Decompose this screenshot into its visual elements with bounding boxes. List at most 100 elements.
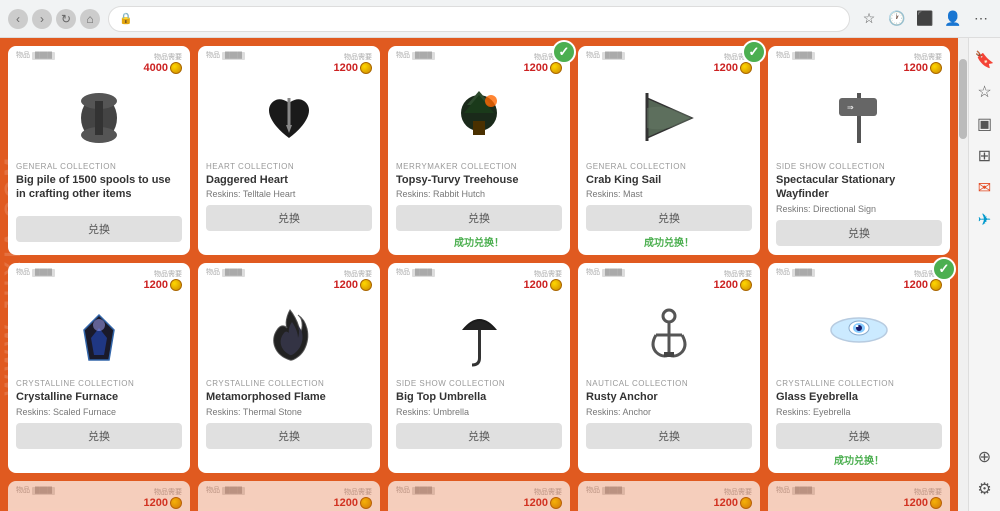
sidebar-add-icon[interactable]: ⊕ — [971, 443, 999, 471]
card-image — [198, 78, 380, 158]
card-body: SIDE SHOW COLLECTIONBig Top UmbrellaResk… — [388, 375, 570, 454]
card-crystalline-furnace: 物品 ████物品需要1200CRYSTALLINE COLLECTIONCry… — [8, 263, 190, 472]
redeem-button[interactable]: 兑换 — [396, 205, 562, 231]
card-mini-art: 物品 ████ — [396, 269, 435, 277]
card-image — [768, 295, 950, 375]
redeem-button[interactable]: 兑换 — [586, 205, 752, 231]
card-item-p1: 物品 ████物品需要1200 — [8, 481, 190, 511]
card-body: GENERAL COLLECTION Big pile of 1500 spool… — [8, 158, 190, 248]
card-cost: 物品需要1200 — [144, 487, 182, 509]
grid-row-2: 物品 ████物品需要1200物品 ████物品需要1200物品 ████物品需… — [8, 481, 950, 511]
card-spectacular-stationary-wayfinder: 物品 ████物品需要1200⇒SIDE SHOW COLLECTIONSpec… — [768, 46, 950, 255]
card-mini-art: 物品 ████ — [776, 487, 815, 495]
redeem-button[interactable]: 兑换 — [206, 205, 372, 231]
card-cost: 物品需要1200 — [714, 487, 752, 509]
card-collection: GENERAL COLLECTION — [16, 162, 182, 171]
card-title: Metamorphosed Flame — [206, 390, 372, 404]
sidebar-bookmark-icon[interactable]: 🔖 — [971, 46, 999, 74]
card-body: NAUTICAL COLLECTIONRusty AnchorReskins: … — [578, 375, 760, 454]
check-badge: ✓ — [552, 40, 576, 64]
browser-chrome: ‹ › ↻ ⌂ 🔒 ☆ 🕐 ⬛ 👤 ⋯ — [0, 0, 1000, 38]
card-cost: 物品需要1200 — [144, 269, 182, 291]
card-mini-art: 物品 ████ — [776, 52, 815, 60]
card-title: Big pile of 1500 spools to use in crafti… — [16, 173, 182, 202]
back-button[interactable]: ‹ — [8, 9, 28, 29]
card-collection: HEART COLLECTION — [206, 162, 372, 171]
browser-actions: ☆ 🕐 ⬛ 👤 ⋯ — [858, 8, 992, 30]
check-badge: ✓ — [742, 40, 766, 64]
lock-icon: 🔒 — [119, 12, 133, 25]
sidebar-tab-icon[interactable]: ▣ — [971, 110, 999, 138]
redeem-button[interactable]: 兑换 — [16, 216, 182, 242]
card-collection: GENERAL COLLECTION — [586, 162, 752, 171]
scrollbar-thumb[interactable] — [959, 59, 967, 139]
card-header: 物品 ████物品需要1200 — [198, 481, 380, 511]
card-image — [578, 295, 760, 375]
scrollbar[interactable] — [958, 38, 968, 511]
card-image — [578, 78, 760, 158]
card-title: Daggered Heart — [206, 173, 372, 187]
card-reskin: Reskins: Thermal Stone — [206, 407, 372, 417]
card-header: 物品 ████ 物品需要1200 — [198, 263, 380, 295]
card-header: 物品 ████物品需要1200 — [198, 46, 380, 78]
redeem-button[interactable]: 兑换 — [206, 423, 372, 449]
card-body: CRYSTALLINE COLLECTIONGlass EyebrellaRes… — [768, 375, 950, 472]
card-header: 物品 ████ 物品需要1200 — [768, 481, 950, 511]
card-header: 物品 ████物品需要1200 — [388, 481, 570, 511]
redeem-button[interactable]: 兑换 — [776, 220, 942, 246]
card-collection: MERRYMAKER COLLECTION — [396, 162, 562, 171]
card-reskin: Reskins: Eyebrella — [776, 407, 942, 417]
extensions-button[interactable]: ⬛ — [914, 8, 936, 30]
card-item-p3: 物品 ████物品需要1200 — [388, 481, 570, 511]
card-cost: 物品需要1200 — [334, 269, 372, 291]
redeem-button[interactable]: 兑换 — [776, 423, 942, 449]
card-daggered-heart: 物品 ████物品需要1200 HEART COLLECTION Daggered … — [198, 46, 380, 255]
sidebar-star-icon[interactable]: ☆ — [971, 78, 999, 106]
home-button[interactable]: ⌂ — [80, 9, 100, 29]
card-item-p4: 物品 ████物品需要1200 — [578, 481, 760, 511]
refresh-button[interactable]: ↻ — [56, 9, 76, 29]
card-image: ⇒ — [768, 78, 950, 158]
more-button[interactable]: ⋯ — [970, 8, 992, 30]
card-metamorphosed-flame: 物品 ████物品需要1200CRYSTALLINE COLLECTIONMet… — [198, 263, 380, 472]
right-sidebar: 🔖 ☆ ▣ ⊞ ✉ ✈ ⊕ ⚙ — [968, 38, 1000, 511]
sidebar-apps-icon[interactable]: ⊞ — [971, 142, 999, 170]
sidebar-mail-icon[interactable]: ✉ — [971, 174, 999, 202]
card-big-pile-spools: 物品 ████ 物品需要4000 GENERAL COLLECTION Big pil… — [8, 46, 190, 255]
card-mini-art: 物品 ████ — [16, 52, 55, 60]
sidebar-settings-icon[interactable]: ⚙ — [971, 475, 999, 503]
card-image — [198, 295, 380, 375]
rewards-grid: 物品 ████ 物品需要4000 GENERAL COLLECTION Big pil… — [0, 38, 958, 511]
card-body: SIDE SHOW COLLECTIONSpectacular Stationa… — [768, 158, 950, 252]
success-text: 成功兑换！ — [586, 234, 752, 249]
card-mini-art: 物品 ████ — [206, 269, 245, 277]
card-reskin: Reskins: Mast — [586, 189, 752, 199]
forward-button[interactable]: › — [32, 9, 52, 29]
card-title: Crystalline Furnace — [16, 390, 182, 404]
sidebar-plane-icon[interactable]: ✈ — [971, 206, 999, 234]
bookmark-star-button[interactable]: ☆ — [858, 8, 880, 30]
card-header: 物品 ████ 物品需要4000 — [8, 46, 190, 78]
profile-button[interactable]: 👤 — [942, 8, 964, 30]
card-crab-king-sail: ✓物品 ████物品需要1200GENERAL COLLECTIONCrab K… — [578, 46, 760, 255]
redeem-button[interactable]: 兑换 — [396, 423, 562, 449]
card-mini-art: 物品 ████ — [586, 269, 625, 277]
card-mini-art: 物品 ████ — [776, 269, 815, 277]
redeem-button[interactable]: 兑换 — [16, 423, 182, 449]
card-header: 物品 ████物品需要1200 — [578, 481, 760, 511]
card-cost: 物品需要1200 — [904, 487, 942, 509]
success-text: 成功兑换！ — [396, 234, 562, 249]
card-reskin: Reskins: Scaled Furnace — [16, 407, 182, 417]
card-mini-art: 物品 ████ — [206, 487, 245, 495]
history-button[interactable]: 🕐 — [886, 8, 908, 30]
grid-row-0: 物品 ████ 物品需要4000 GENERAL COLLECTION Big pil… — [8, 46, 950, 255]
address-bar[interactable]: 🔒 — [108, 6, 850, 32]
card-cost: 物品需要1200 — [334, 52, 372, 74]
success-text: 成功兑换！ — [776, 452, 942, 467]
card-collection: CRYSTALLINE COLLECTION — [776, 379, 942, 388]
card-collection: CRYSTALLINE COLLECTION — [16, 379, 182, 388]
redeem-button[interactable]: 兑换 — [586, 423, 752, 449]
card-header: 物品 ████物品需要1200 — [768, 263, 950, 295]
card-image — [388, 295, 570, 375]
card-cost: 物品需要4000 — [144, 52, 182, 74]
